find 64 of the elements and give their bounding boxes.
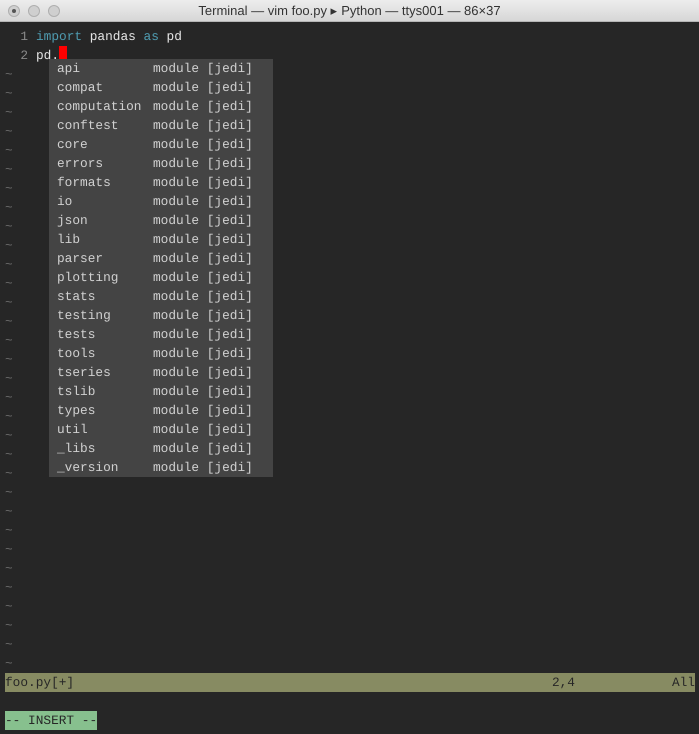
empty-line-marker: ~ xyxy=(5,123,13,141)
empty-line-marker: ~ xyxy=(5,256,13,274)
empty-line-marker: ~ xyxy=(5,484,13,502)
empty-line-marker: ~ xyxy=(5,66,13,84)
completion-item[interactable]: parser module [jedi] xyxy=(49,249,273,268)
completion-item[interactable]: util module [jedi] xyxy=(49,420,273,439)
empty-line-marker: ~ xyxy=(5,218,13,236)
cursor-position: 2,4 xyxy=(552,675,575,690)
empty-line-marker: ~ xyxy=(5,541,13,559)
empty-line-marker: ~ xyxy=(5,427,13,445)
code-line: import pandas as pd xyxy=(36,28,182,46)
empty-line-marker: ~ xyxy=(5,522,13,540)
empty-line-marker: ~ xyxy=(5,85,13,103)
empty-line-marker: ~ xyxy=(5,351,13,369)
completion-item[interactable]: _libs module [jedi] xyxy=(49,439,273,458)
empty-line-marker: ~ xyxy=(5,598,13,616)
completion-item[interactable]: testing module [jedi] xyxy=(49,306,273,325)
empty-line-marker: ~ xyxy=(5,503,13,521)
empty-line-marker: ~ xyxy=(5,389,13,407)
empty-line-marker: ~ xyxy=(5,332,13,350)
file-name: foo.py[+] xyxy=(5,674,74,692)
completion-item[interactable]: tools module [jedi] xyxy=(49,344,273,363)
empty-line-marker: ~ xyxy=(5,161,13,179)
empty-line-marker: ~ xyxy=(5,142,13,160)
line-number: 1 xyxy=(19,28,29,46)
completion-item[interactable]: core module [jedi] xyxy=(49,135,273,154)
empty-line-marker: ~ xyxy=(5,655,13,673)
empty-line-marker: ~ xyxy=(5,560,13,578)
completion-item[interactable]: formats module [jedi] xyxy=(49,173,273,192)
completion-item[interactable]: _version module [jedi] xyxy=(49,458,273,477)
completion-item[interactable]: types module [jedi] xyxy=(49,401,273,420)
empty-line-marker: ~ xyxy=(5,465,13,483)
empty-line-marker: ~ xyxy=(5,275,13,293)
window-title: Terminal — vim foo.py ▸ Python — ttys001 — 86×37 xyxy=(198,3,501,18)
completion-item[interactable]: json module [jedi] xyxy=(49,211,273,230)
scroll-position: All xyxy=(672,674,695,692)
completion-item[interactable]: conftest module [jedi] xyxy=(49,116,273,135)
line-number: 2 xyxy=(19,47,29,65)
completion-item[interactable]: io module [jedi] xyxy=(49,192,273,211)
empty-line-marker: ~ xyxy=(5,237,13,255)
minimize-button[interactable] xyxy=(28,4,40,16)
zoom-button[interactable] xyxy=(48,4,60,16)
empty-line-marker: ~ xyxy=(5,446,13,464)
completion-item[interactable]: plotting module [jedi] xyxy=(49,268,273,287)
empty-line-marker: ~ xyxy=(5,313,13,331)
completion-item[interactable]: lib module [jedi] xyxy=(49,230,273,249)
empty-line-marker: ~ xyxy=(5,617,13,635)
empty-line-marker: ~ xyxy=(5,294,13,312)
empty-line-marker: ~ xyxy=(5,199,13,217)
completion-item[interactable]: tslib module [jedi] xyxy=(49,382,273,401)
empty-line-marker: ~ xyxy=(5,104,13,122)
completion-item[interactable]: tseries module [jedi] xyxy=(49,363,273,382)
mode-indicator: -- INSERT -- xyxy=(5,711,98,730)
empty-line-marker: ~ xyxy=(5,579,13,597)
completion-item[interactable]: stats module [jedi] xyxy=(49,287,273,306)
completion-item[interactable]: compat module [jedi] xyxy=(49,78,273,97)
close-button[interactable] xyxy=(8,4,20,16)
completion-item[interactable]: errors module [jedi] xyxy=(49,154,273,173)
empty-line-marker: ~ xyxy=(5,370,13,388)
completion-item[interactable]: computation module [jedi] xyxy=(49,97,273,116)
empty-line-marker: ~ xyxy=(5,408,13,426)
empty-line-marker: ~ xyxy=(5,180,13,198)
completion-item[interactable]: tests module [jedi] xyxy=(49,325,273,344)
empty-line-marker: ~ xyxy=(5,636,13,654)
